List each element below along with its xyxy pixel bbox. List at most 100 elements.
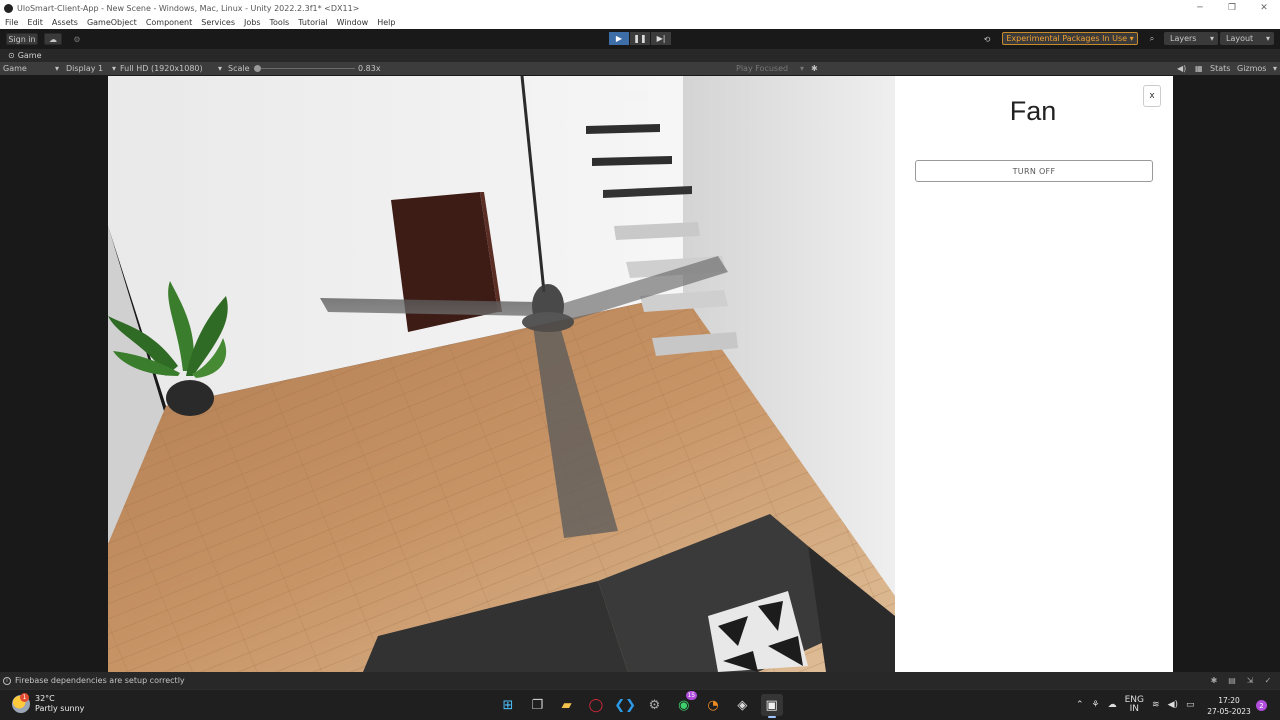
start-icon[interactable]: ⊞: [497, 694, 519, 716]
step-icon[interactable]: ▶|: [651, 32, 671, 45]
resolution-dropdown[interactable]: Full HD (1920x1080) ▾: [120, 62, 222, 75]
menu-component[interactable]: Component: [146, 18, 192, 27]
unity-icon: [4, 3, 13, 13]
tab-game-label: Game: [17, 51, 42, 60]
settings-icon[interactable]: ⚙: [643, 694, 665, 716]
play-focused-dropdown[interactable]: Play Focused ▾: [736, 62, 804, 75]
debug-icon[interactable]: ✱: [1208, 675, 1220, 686]
scale-slider-handle[interactable]: [254, 65, 261, 72]
device-title: Fan: [1009, 96, 1057, 126]
tab-game[interactable]: ⊙ Game: [2, 49, 48, 62]
task-view-icon[interactable]: ❐: [526, 694, 548, 716]
pause-icon[interactable]: ❚❚: [630, 32, 650, 45]
weather-condition: Partly sunny: [35, 704, 85, 713]
menu-edit[interactable]: Edit: [27, 18, 43, 27]
check-icon[interactable]: ✓: [1262, 675, 1274, 686]
wifi-icon[interactable]: ≋: [1152, 700, 1160, 710]
console-message[interactable]: Firebase dependencies are setup correctl…: [15, 676, 185, 685]
device-panel: x Fan TURN OFF: [895, 76, 1173, 672]
region-code: IN: [1129, 704, 1140, 714]
console-status-bar: i Firebase dependencies are setup correc…: [0, 672, 1280, 689]
unity-hub-icon[interactable]: ◈: [731, 694, 753, 716]
clock-time: 17:20: [1218, 696, 1240, 705]
notification-badge[interactable]: 2: [1256, 700, 1267, 711]
chevron-down-icon: ▾: [111, 64, 116, 73]
view-mode-label: Game: [3, 64, 27, 73]
display-label: Display 1: [66, 64, 104, 73]
sign-in-button[interactable]: Sign in: [6, 33, 38, 45]
onedrive-icon[interactable]: ☁: [1108, 700, 1117, 710]
battery-icon[interactable]: ▭: [1186, 700, 1195, 710]
scale-slider-track[interactable]: [257, 68, 355, 69]
restore-icon[interactable]: ❐: [1216, 0, 1248, 16]
window-titlebar: UloSmart-Client-App - New Scene - Window…: [0, 0, 1280, 16]
menu-window[interactable]: Window: [337, 18, 369, 27]
chevron-down-icon: ▾: [217, 64, 222, 73]
window-title: UloSmart-Client-App - New Scene - Window…: [17, 3, 360, 13]
game-controller-icon: ⊙: [8, 51, 15, 60]
resolution-label: Full HD (1920x1080): [120, 64, 203, 73]
windows-taskbar: 1 32°C Partly sunny ⊞ ❐ ▰ ◯ ❮❯ ⚙ ◉ 15 ◔ …: [0, 689, 1280, 720]
game-tab-strip: ⊙ Game: [0, 49, 1280, 62]
network-share-icon[interactable]: ⚘: [1092, 700, 1100, 710]
collab-icon[interactable]: ⚙: [69, 33, 85, 45]
whatsapp-badge: 15: [685, 691, 697, 700]
chevron-up-icon[interactable]: ⌃: [1076, 700, 1084, 710]
search-icon[interactable]: ⌕: [1143, 33, 1161, 45]
play-focused-label: Play Focused: [736, 64, 789, 73]
weather-icon: 1: [12, 693, 30, 713]
window-controls: ─ ❐ ✕: [1184, 0, 1280, 16]
blender-icon[interactable]: ◔: [702, 694, 724, 716]
unity-editor-icon[interactable]: ▣: [760, 694, 783, 718]
layout-dropdown[interactable]: Layout: [1220, 32, 1274, 45]
menu-file[interactable]: File: [5, 18, 18, 27]
chevron-down-icon: ▾: [1272, 64, 1277, 73]
minimize-icon[interactable]: ─: [1184, 0, 1216, 16]
menu-bar: File Edit Assets GameObject Component Se…: [0, 16, 1280, 29]
language-indicator[interactable]: ENG IN: [1125, 696, 1144, 714]
weather-widget[interactable]: 1 32°C Partly sunny: [12, 693, 85, 714]
play-icon[interactable]: ▶: [609, 32, 629, 45]
vscode-icon[interactable]: ❮❯: [614, 694, 636, 716]
chevron-down-icon: ▾: [54, 64, 59, 73]
taskbar-apps: ⊞ ❐ ▰ ◯ ❮❯ ⚙ ◉ 15 ◔ ◈ ▣: [497, 691, 790, 718]
close-icon[interactable]: ✕: [1248, 0, 1280, 16]
menu-tutorial[interactable]: Tutorial: [298, 18, 327, 27]
menu-gameobject[interactable]: GameObject: [87, 18, 137, 27]
turn-off-button[interactable]: TURN OFF: [915, 160, 1153, 182]
gizmos-dropdown[interactable]: Gizmos ▾: [1237, 62, 1277, 75]
game-view-toolbar: Game ▾ Display 1 ▾ Full HD (1920x1080) ▾…: [0, 62, 1280, 75]
progress-icon[interactable]: ⇲: [1244, 675, 1256, 686]
clock-date: 27-05-2023: [1207, 707, 1251, 716]
gizmos-label: Gizmos: [1237, 64, 1267, 73]
status-icons: ✱ ▤ ⇲ ✓: [1202, 675, 1274, 686]
weather-badge: 1: [20, 693, 29, 702]
graphics-icon[interactable]: ▤: [1226, 675, 1238, 686]
scale-label: Scale: [228, 64, 250, 73]
menu-jobs[interactable]: Jobs: [244, 18, 261, 27]
whatsapp-icon[interactable]: ◉ 15: [673, 691, 697, 716]
grid-icon[interactable]: ▦: [1195, 62, 1203, 75]
bug-icon[interactable]: ✱: [811, 62, 818, 75]
chevron-down-icon: ▾: [799, 64, 804, 73]
history-icon[interactable]: ⟲: [978, 33, 996, 45]
view-mode-dropdown[interactable]: Game ▾: [3, 62, 59, 75]
menu-tools[interactable]: Tools: [270, 18, 290, 27]
menu-assets[interactable]: Assets: [52, 18, 78, 27]
room-scene: [108, 76, 895, 672]
experimental-packages-button[interactable]: Experimental Packages In Use ▾: [1002, 32, 1138, 45]
game-viewport[interactable]: [108, 76, 895, 672]
layers-dropdown[interactable]: Layers: [1164, 32, 1218, 45]
opera-icon[interactable]: ◯: [585, 694, 607, 716]
cloud-icon[interactable]: ☁: [44, 33, 62, 45]
menu-services[interactable]: Services: [201, 18, 235, 27]
audio-icon[interactable]: ◀): [1177, 62, 1186, 75]
display-dropdown[interactable]: Display 1 ▾: [66, 62, 116, 75]
menu-help[interactable]: Help: [377, 18, 395, 27]
stats-button[interactable]: Stats: [1210, 62, 1230, 75]
file-explorer-icon[interactable]: ▰: [556, 694, 578, 716]
info-icon: i: [3, 676, 11, 685]
clock[interactable]: 17:20 27-05-2023: [1206, 695, 1252, 717]
scale-value: 0.83x: [358, 64, 381, 73]
volume-icon[interactable]: ◀): [1168, 700, 1178, 710]
